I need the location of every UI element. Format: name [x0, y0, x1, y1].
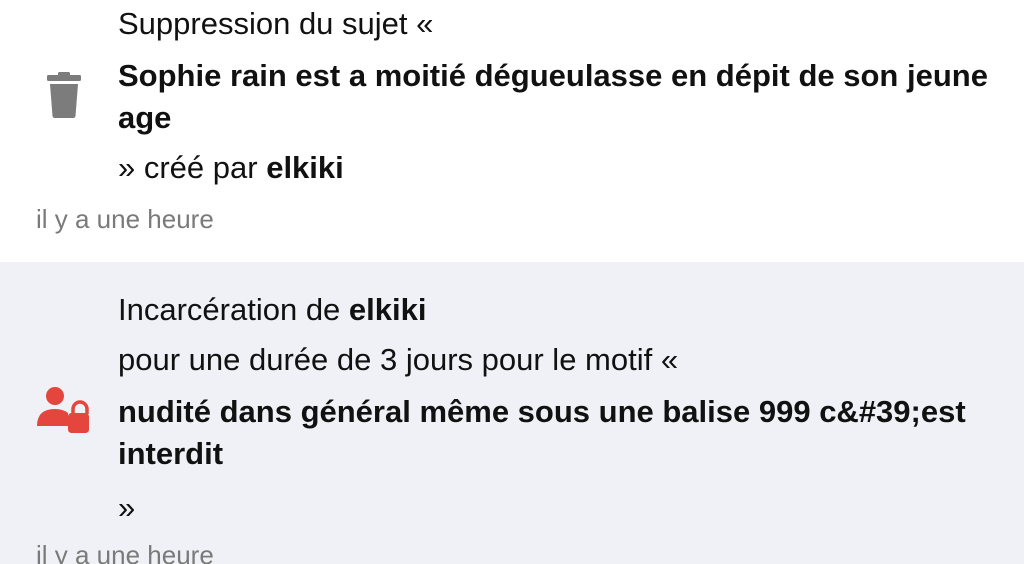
author-username[interactable]: elkiki	[266, 150, 344, 185]
moderation-feed: Suppression du sujet « Sophie rain est a…	[0, 0, 1024, 564]
sanctioned-username[interactable]: elkiki	[349, 292, 427, 327]
moderation-entry-topic-deletion: Suppression du sujet « Sophie rain est a…	[0, 0, 1024, 262]
entry-closing-prefix: » créé par	[118, 150, 267, 185]
trash-icon	[47, 72, 81, 118]
entry-closing: » créé par elkiki	[118, 150, 344, 186]
entry-intro: Suppression du sujet «	[118, 6, 433, 42]
entry-timestamp: il y a une heure	[36, 204, 214, 234]
user-lock-icon	[37, 387, 89, 433]
deleted-topic-title[interactable]: Sophie rain est a moitié dégueulasse en …	[118, 55, 988, 139]
entry-intro-text: Suppression du sujet «	[118, 6, 434, 41]
entry-closing-quote: »	[118, 490, 136, 525]
sanction-reason: nudité dans général même sous une balise…	[118, 394, 966, 471]
entry-timestamp: il y a une heure	[36, 540, 214, 564]
entry-action: Incarcération de elkiki	[118, 292, 426, 328]
entry-detail: pour une durée de 3 jours pour le motif …	[118, 342, 679, 377]
entry-action-text: Incarcération de	[118, 292, 349, 327]
